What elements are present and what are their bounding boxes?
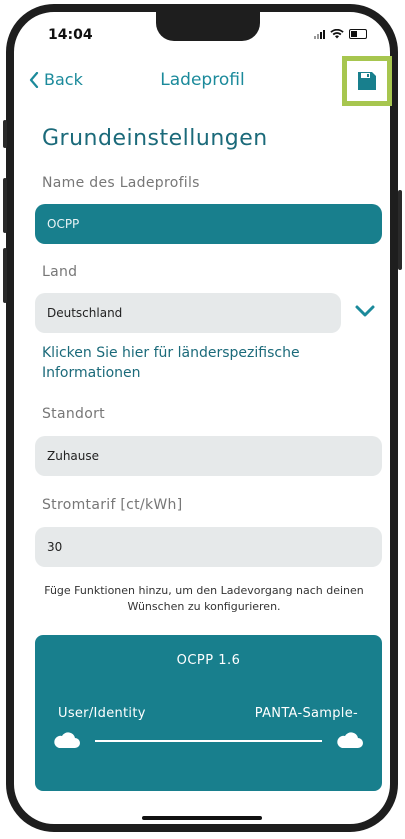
tariff-field[interactable]: 30: [35, 527, 382, 567]
hint-text: Füge Funktionen hinzu, um den Ladevorgan…: [44, 584, 364, 613]
location-label: Standort: [42, 406, 105, 422]
save-icon: [358, 72, 376, 90]
status-time: 14:04: [48, 27, 93, 43]
cellular-signal-icon: [314, 29, 325, 39]
country-select[interactable]: Deutschland: [35, 293, 341, 333]
save-button[interactable]: [342, 56, 392, 106]
notch: [156, 11, 260, 41]
battery-icon: [349, 29, 367, 39]
chevron-down-icon[interactable]: [354, 304, 376, 318]
country-info-link[interactable]: Klicken Sie hier für länderspezifische I…: [42, 343, 342, 383]
home-indicator: [142, 816, 262, 820]
connection-line: [95, 740, 322, 742]
location-field[interactable]: Zuhause: [35, 436, 382, 476]
ocpp-card-left-label: User/Identity: [58, 706, 146, 721]
ocpp-card-title: OCPP 1.6: [176, 653, 241, 668]
profile-name-field[interactable]: OCPP: [35, 204, 382, 244]
volume-down-button: [3, 248, 7, 303]
tariff-label: Stromtarif [ct/kWh]: [42, 497, 183, 513]
mute-switch: [3, 120, 7, 148]
wifi-icon: [330, 29, 344, 39]
volume-up-button: [3, 178, 7, 233]
section-title: Grundeinstellungen: [42, 126, 268, 151]
cloud-icon: [337, 732, 363, 748]
profile-name-label: Name des Ladeprofils: [42, 175, 200, 191]
country-label: Land: [42, 264, 78, 280]
status-icons: [314, 29, 367, 39]
ocpp-card-right-label: PANTA-Sample-: [254, 706, 358, 721]
power-button: [398, 190, 402, 270]
cloud-icon: [54, 732, 80, 748]
ocpp-card[interactable]: OCPP 1.6 User/Identity PANTA-Sample-: [35, 635, 382, 791]
